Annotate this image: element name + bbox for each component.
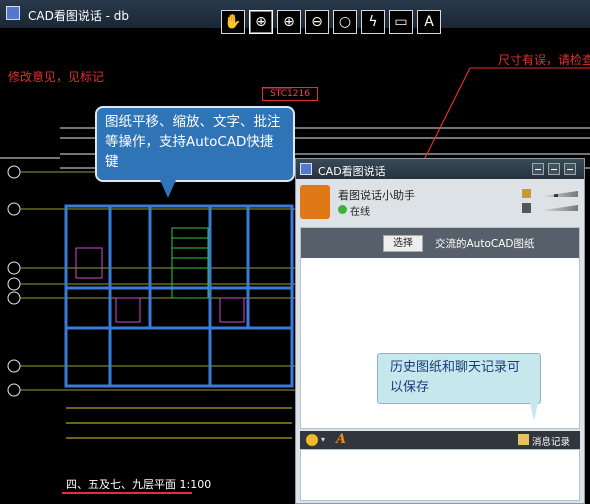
microphone-volume-slider[interactable] (536, 205, 578, 211)
lightning-icon[interactable]: ϟ (361, 10, 385, 34)
revision-note-right: 尺寸有误，请检查 (498, 53, 590, 67)
microphone-icon (522, 203, 531, 213)
text-icon[interactable]: A (417, 10, 441, 34)
app-icon (6, 6, 20, 20)
caption-underline (62, 492, 192, 494)
drawing-file-bar: 选择 交流的AutoCAD图纸 (301, 228, 579, 258)
maximize-button[interactable] (548, 163, 560, 175)
minimize-button[interactable] (532, 163, 544, 175)
select-button[interactable]: 选择 (383, 235, 423, 252)
zoom-out-icon[interactable]: ⊖ (305, 10, 329, 34)
circle-icon[interactable]: ○ (333, 10, 357, 34)
callout-tail (160, 180, 176, 198)
drawing-caption: 四、五及七、九层平面 1:100 (66, 478, 212, 491)
chat-app-icon (300, 163, 312, 175)
chevron-down-icon[interactable]: ▾ (321, 435, 325, 444)
chat-titlebar[interactable]: CAD看图说话 (296, 159, 584, 179)
zoom-in-icon[interactable]: ⊕ (277, 10, 301, 34)
markup-toolbar: ✋ ⊕ ⊕ ⊖ ○ ϟ ▭ A (221, 10, 441, 36)
contact-name: 看图说话小助手 (338, 189, 415, 202)
chat-title: CAD看图说话 (318, 165, 386, 178)
font-icon[interactable]: A (336, 432, 346, 447)
speech-bubble-icon[interactable]: ▭ (389, 10, 413, 34)
message-input[interactable] (300, 449, 580, 501)
message-record-link[interactable]: 消息记录 (532, 434, 570, 448)
feature-callout-teal: 历史图纸和聊天记录可以保存 (377, 353, 541, 404)
file-label: 交流的AutoCAD图纸 (435, 238, 535, 250)
emoji-icon[interactable] (306, 434, 318, 446)
speaker-volume-slider[interactable] (536, 191, 578, 197)
markup-tag: STC1216 (262, 87, 318, 101)
pan-icon[interactable]: ✋ (221, 10, 245, 34)
revision-note-left: 修改意见，见标记 (8, 70, 105, 84)
chat-window: CAD看图说话 看图说话小助手 在线 选择 交流的AutoCAD图纸 ▾ A 消… (295, 158, 585, 504)
message-record-icon[interactable] (518, 434, 529, 445)
zoom-window-icon[interactable]: ⊕ (249, 10, 273, 34)
feature-callout-blue: 图纸平移、缩放、文字、批注等操作，支持AutoCAD快捷键 (95, 106, 295, 182)
callout-teal-tail (530, 403, 538, 421)
contact-avatar[interactable] (300, 185, 330, 219)
input-toolbar: ▾ A 消息记录 (300, 431, 580, 449)
status-text: 在线 (350, 207, 370, 218)
online-status-icon (338, 205, 347, 214)
speaker-icon (522, 189, 531, 198)
close-button[interactable] (564, 163, 576, 175)
window-title: CAD看图说话 - db (28, 9, 130, 23)
